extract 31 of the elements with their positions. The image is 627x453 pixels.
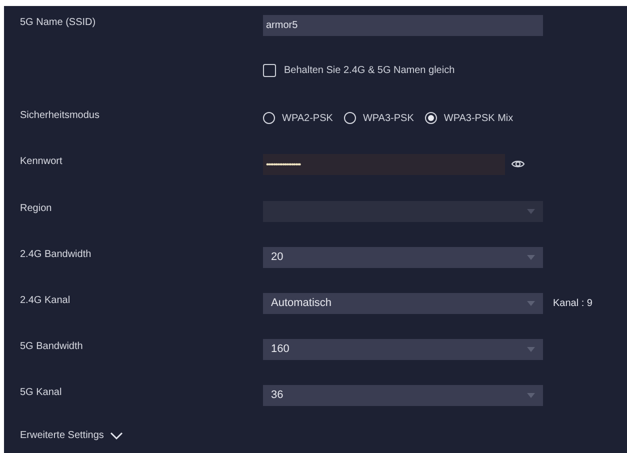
dropdown-caret-icon [527,346,535,352]
radio-button[interactable] [263,112,275,124]
radio-label: WPA2-PSK [282,112,333,124]
radio-button[interactable] [424,112,437,124]
eye-icon[interactable] [511,159,525,169]
field-label: 5G Name (SSID) [20,16,97,28]
field-label: Region [20,202,53,214]
checkbox-label: Behalten Sie 2.4G & 5G Namen gleich [284,64,455,76]
advanced-settings-toggle[interactable]: Erweiterte Settings [20,418,123,453]
field-label: 5G Kanal [20,386,63,398]
field-label: 2.4G Kanal [20,294,72,306]
password-input-field[interactable]: ••••••••••••••••••• [263,154,505,174]
field-label: 2.4G Bandwidth [20,248,92,260]
field-label: Sicherheitsmodus [20,110,100,120]
field-label: Kennwort [20,156,64,166]
dropdown-caret-icon [527,208,535,214]
dropdown-caret-icon [527,254,535,260]
select-dropdown[interactable]: 36 [263,384,543,406]
ssid-input-field[interactable]: armor5 [263,14,543,36]
channel-note: Kanal : 9 [553,298,592,308]
checkbox[interactable] [263,64,276,76]
select-dropdown[interactable]: Automatisch [263,292,543,314]
select-dropdown[interactable]: 20 [263,246,543,268]
radio-label: WPA3-PSK [362,112,414,124]
select-dropdown[interactable]: 160 [263,338,543,360]
dropdown-caret-icon [527,300,535,306]
dropdown-caret-icon [527,392,535,398]
field-label: 5G Bandwidth [20,340,84,352]
radio-label: WPA3-PSK Mix [444,112,514,124]
radio-button[interactable] [344,112,356,124]
chevron-icon [110,432,123,440]
